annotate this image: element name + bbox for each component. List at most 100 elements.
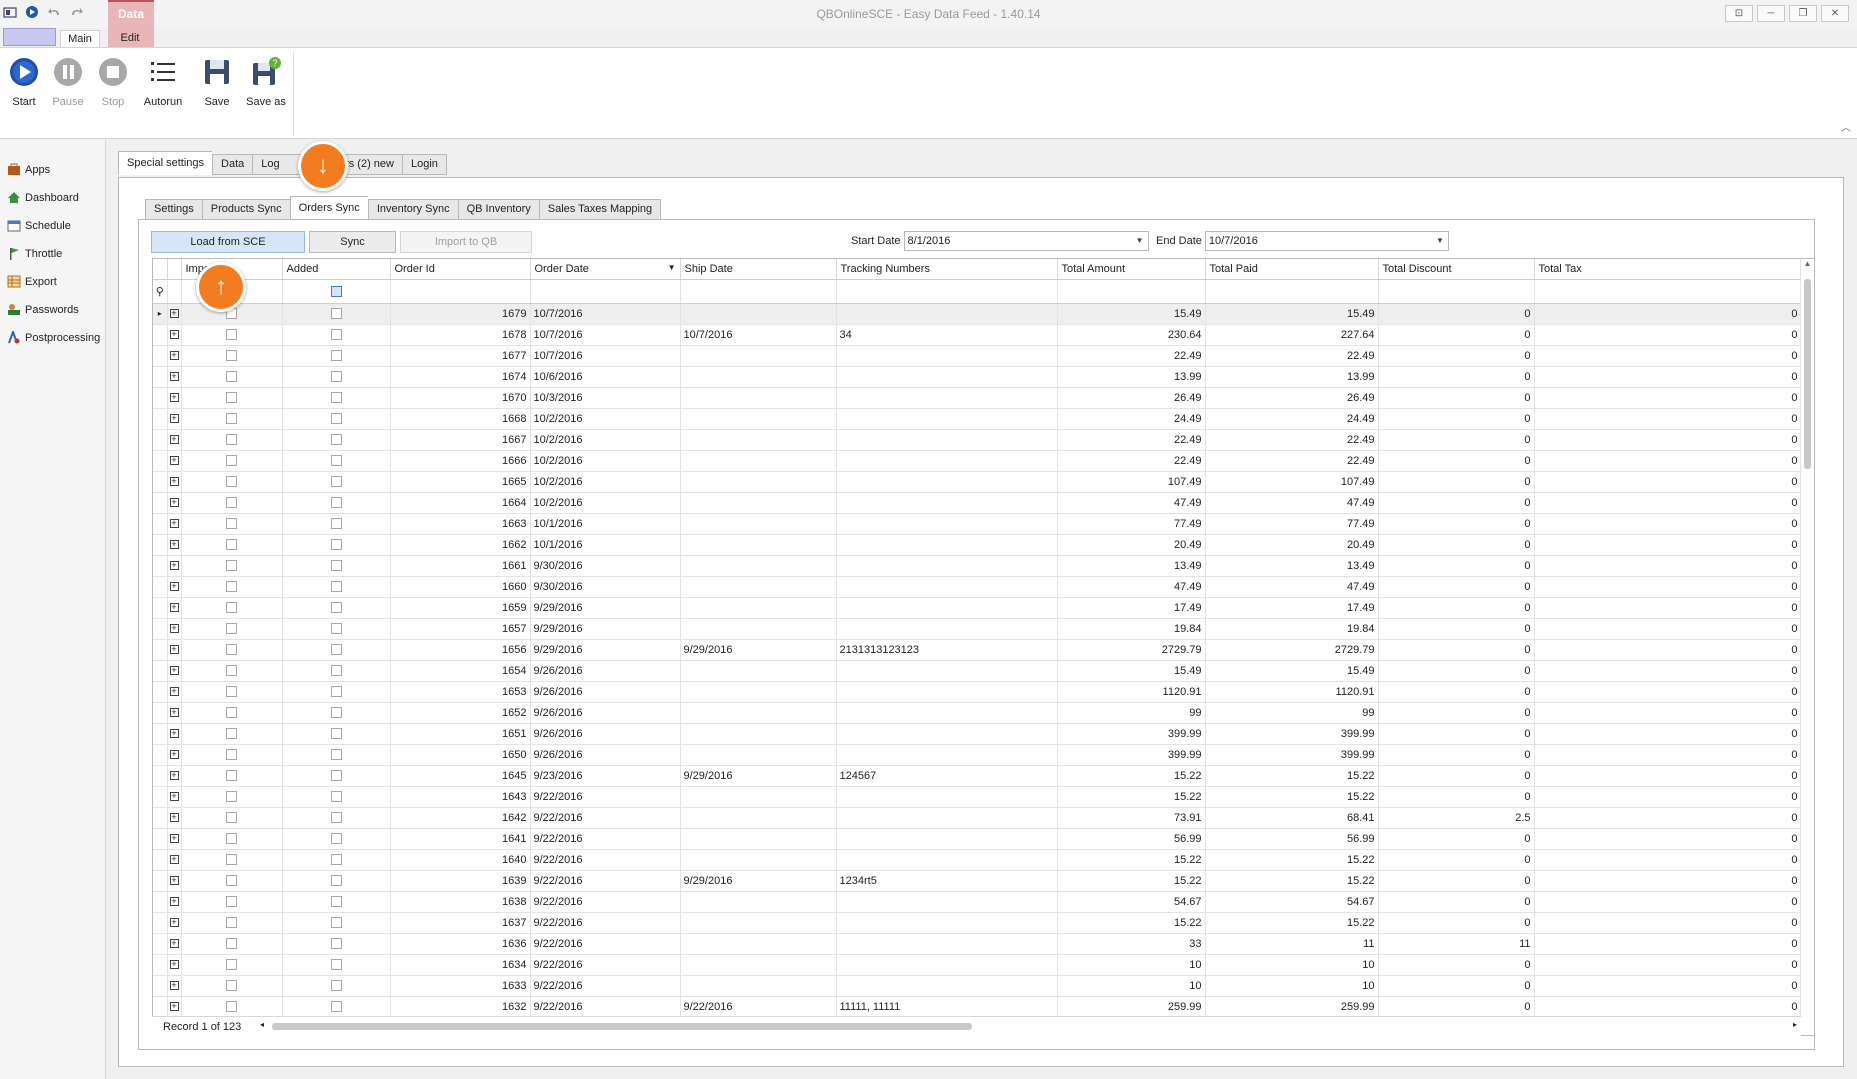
filter-cell[interactable] (1378, 279, 1535, 304)
import-checkbox[interactable] (226, 434, 237, 446)
expander-cell[interactable]: + (167, 597, 182, 619)
expander-cell[interactable]: + (167, 555, 182, 577)
start-date-field[interactable]: 8/1/2016 ▼ (903, 231, 1149, 251)
expand-row-icon[interactable]: + (169, 981, 179, 991)
added-cell[interactable] (282, 408, 391, 430)
tab-inventory-sync[interactable]: Inventory Sync (367, 199, 458, 220)
table-row[interactable]: +1674 10/6/2016 13.99 13.99 0 0 (153, 366, 1802, 388)
nav-item-apps[interactable]: Apps (0, 156, 105, 184)
tab-orders-sync[interactable]: Orders Sync (289, 196, 368, 220)
import-cell[interactable] (181, 324, 283, 346)
import-checkbox[interactable] (226, 623, 237, 635)
filter-cell[interactable] (1534, 279, 1802, 304)
expand-row-icon[interactable]: + (169, 666, 179, 676)
table-row[interactable]: +1642 9/22/2016 73.91 68.41 2.5 0 (153, 807, 1802, 829)
expander-cell[interactable]: + (167, 786, 182, 808)
filter-cell[interactable] (1205, 279, 1379, 304)
added-checkbox[interactable] (330, 875, 342, 887)
added-checkbox[interactable] (330, 1001, 342, 1013)
dropdown-arrow-icon[interactable]: ▼ (1436, 232, 1444, 250)
column-header-total-tax[interactable]: Total Tax (1534, 259, 1802, 280)
filter-cell[interactable] (390, 279, 531, 304)
expander-cell[interactable]: + (167, 345, 182, 367)
added-cell[interactable] (282, 723, 391, 745)
import-cell[interactable] (181, 387, 283, 409)
expand-row-icon[interactable]: + (169, 330, 179, 340)
added-checkbox[interactable] (330, 728, 342, 740)
expander-cell[interactable]: + (167, 954, 182, 976)
table-row[interactable]: +1653 9/26/2016 1120.91 1120.91 0 0 (153, 681, 1802, 703)
table-row[interactable]: +1652 9/26/2016 99 99 0 0 (153, 702, 1802, 724)
import-checkbox[interactable] (226, 560, 237, 572)
expand-row-icon[interactable]: + (169, 519, 179, 529)
import-checkbox[interactable] (226, 833, 237, 845)
column-header-ship-date[interactable]: Ship Date (680, 259, 837, 280)
import-cell[interactable] (181, 807, 283, 829)
vertical-scroll-thumb[interactable] (1804, 279, 1811, 469)
table-row[interactable]: +1654 9/26/2016 15.49 15.49 0 0 (153, 660, 1802, 682)
import-cell[interactable] (181, 828, 283, 850)
expander-cell[interactable]: + (167, 744, 182, 766)
expand-row-icon[interactable]: + (169, 309, 179, 319)
import-cell[interactable] (181, 996, 283, 1018)
expander-cell[interactable]: + (167, 513, 182, 535)
expand-row-icon[interactable]: + (169, 624, 179, 634)
added-checkbox[interactable] (330, 770, 342, 782)
added-checkbox[interactable] (330, 896, 342, 908)
table-row[interactable]: +1641 9/22/2016 56.99 56.99 0 0 (153, 828, 1802, 850)
import-cell[interactable] (181, 891, 283, 913)
expander-cell[interactable]: + (167, 765, 182, 787)
expander-cell[interactable]: + (167, 849, 182, 871)
table-row[interactable]: +1660 9/30/2016 47.49 47.49 0 0 (153, 576, 1802, 598)
added-checkbox[interactable] (330, 455, 342, 467)
nav-item-dashboard[interactable]: Dashboard (0, 184, 105, 212)
tab-settings[interactable]: Settings (145, 199, 202, 220)
added-cell[interactable] (282, 954, 391, 976)
added-checkbox[interactable] (330, 707, 342, 719)
import-checkbox[interactable] (226, 371, 237, 383)
expander-cell[interactable]: + (167, 324, 182, 346)
added-cell[interactable] (282, 891, 391, 913)
import-cell[interactable] (181, 534, 283, 556)
import-cell[interactable] (181, 954, 283, 976)
minimize-button[interactable]: ─ (1757, 5, 1785, 22)
import-cell[interactable] (181, 555, 283, 577)
import-cell[interactable] (181, 597, 283, 619)
expand-row-icon[interactable]: + (169, 708, 179, 718)
table-row[interactable]: +1657 9/29/2016 19.84 19.84 0 0 (153, 618, 1802, 640)
tab-data[interactable]: Data (212, 154, 253, 175)
expand-row-icon[interactable]: + (169, 498, 179, 508)
nav-item-throttle[interactable]: Throttle (0, 240, 105, 268)
added-cell[interactable] (282, 324, 391, 346)
save-as-button[interactable]: ? Save as (244, 56, 288, 108)
added-cell[interactable] (282, 681, 391, 703)
expand-row-icon[interactable]: + (169, 813, 179, 823)
expand-row-icon[interactable]: + (169, 477, 179, 487)
import-checkbox[interactable] (226, 854, 237, 866)
nav-item-schedule[interactable]: Schedule (0, 212, 105, 240)
tab-special-settings[interactable]: Special settings (118, 151, 213, 175)
import-cell[interactable] (181, 975, 283, 997)
added-cell[interactable] (282, 576, 391, 598)
collapse-ribbon-icon[interactable]: ︿ (1841, 119, 1851, 134)
added-checkbox[interactable] (330, 371, 342, 383)
expander-cell[interactable]: + (167, 870, 182, 892)
expander-cell[interactable]: + (167, 408, 182, 430)
tab-login[interactable]: Login (401, 154, 447, 175)
expand-row-icon[interactable]: + (169, 393, 179, 403)
import-cell[interactable] (181, 681, 283, 703)
column-header-order-id[interactable]: Order Id (390, 259, 531, 280)
added-cell[interactable] (282, 534, 391, 556)
added-checkbox[interactable] (330, 518, 342, 530)
added-cell[interactable] (282, 429, 391, 451)
import-checkbox[interactable] (226, 602, 237, 614)
nav-item-passwords[interactable]: Passwords (0, 296, 105, 324)
table-row[interactable]: +1643 9/22/2016 15.22 15.22 0 0 (153, 786, 1802, 808)
added-checkbox[interactable] (330, 539, 342, 551)
expander-cell[interactable]: + (167, 429, 182, 451)
import-checkbox[interactable] (226, 686, 237, 698)
import-checkbox[interactable] (226, 518, 237, 530)
table-row[interactable]: +1632 9/22/2016 9/22/2016 11111, 11111 259.9… (153, 996, 1802, 1018)
added-cell[interactable] (282, 450, 391, 472)
column-header-total-amount[interactable]: Total Amount (1057, 259, 1206, 280)
